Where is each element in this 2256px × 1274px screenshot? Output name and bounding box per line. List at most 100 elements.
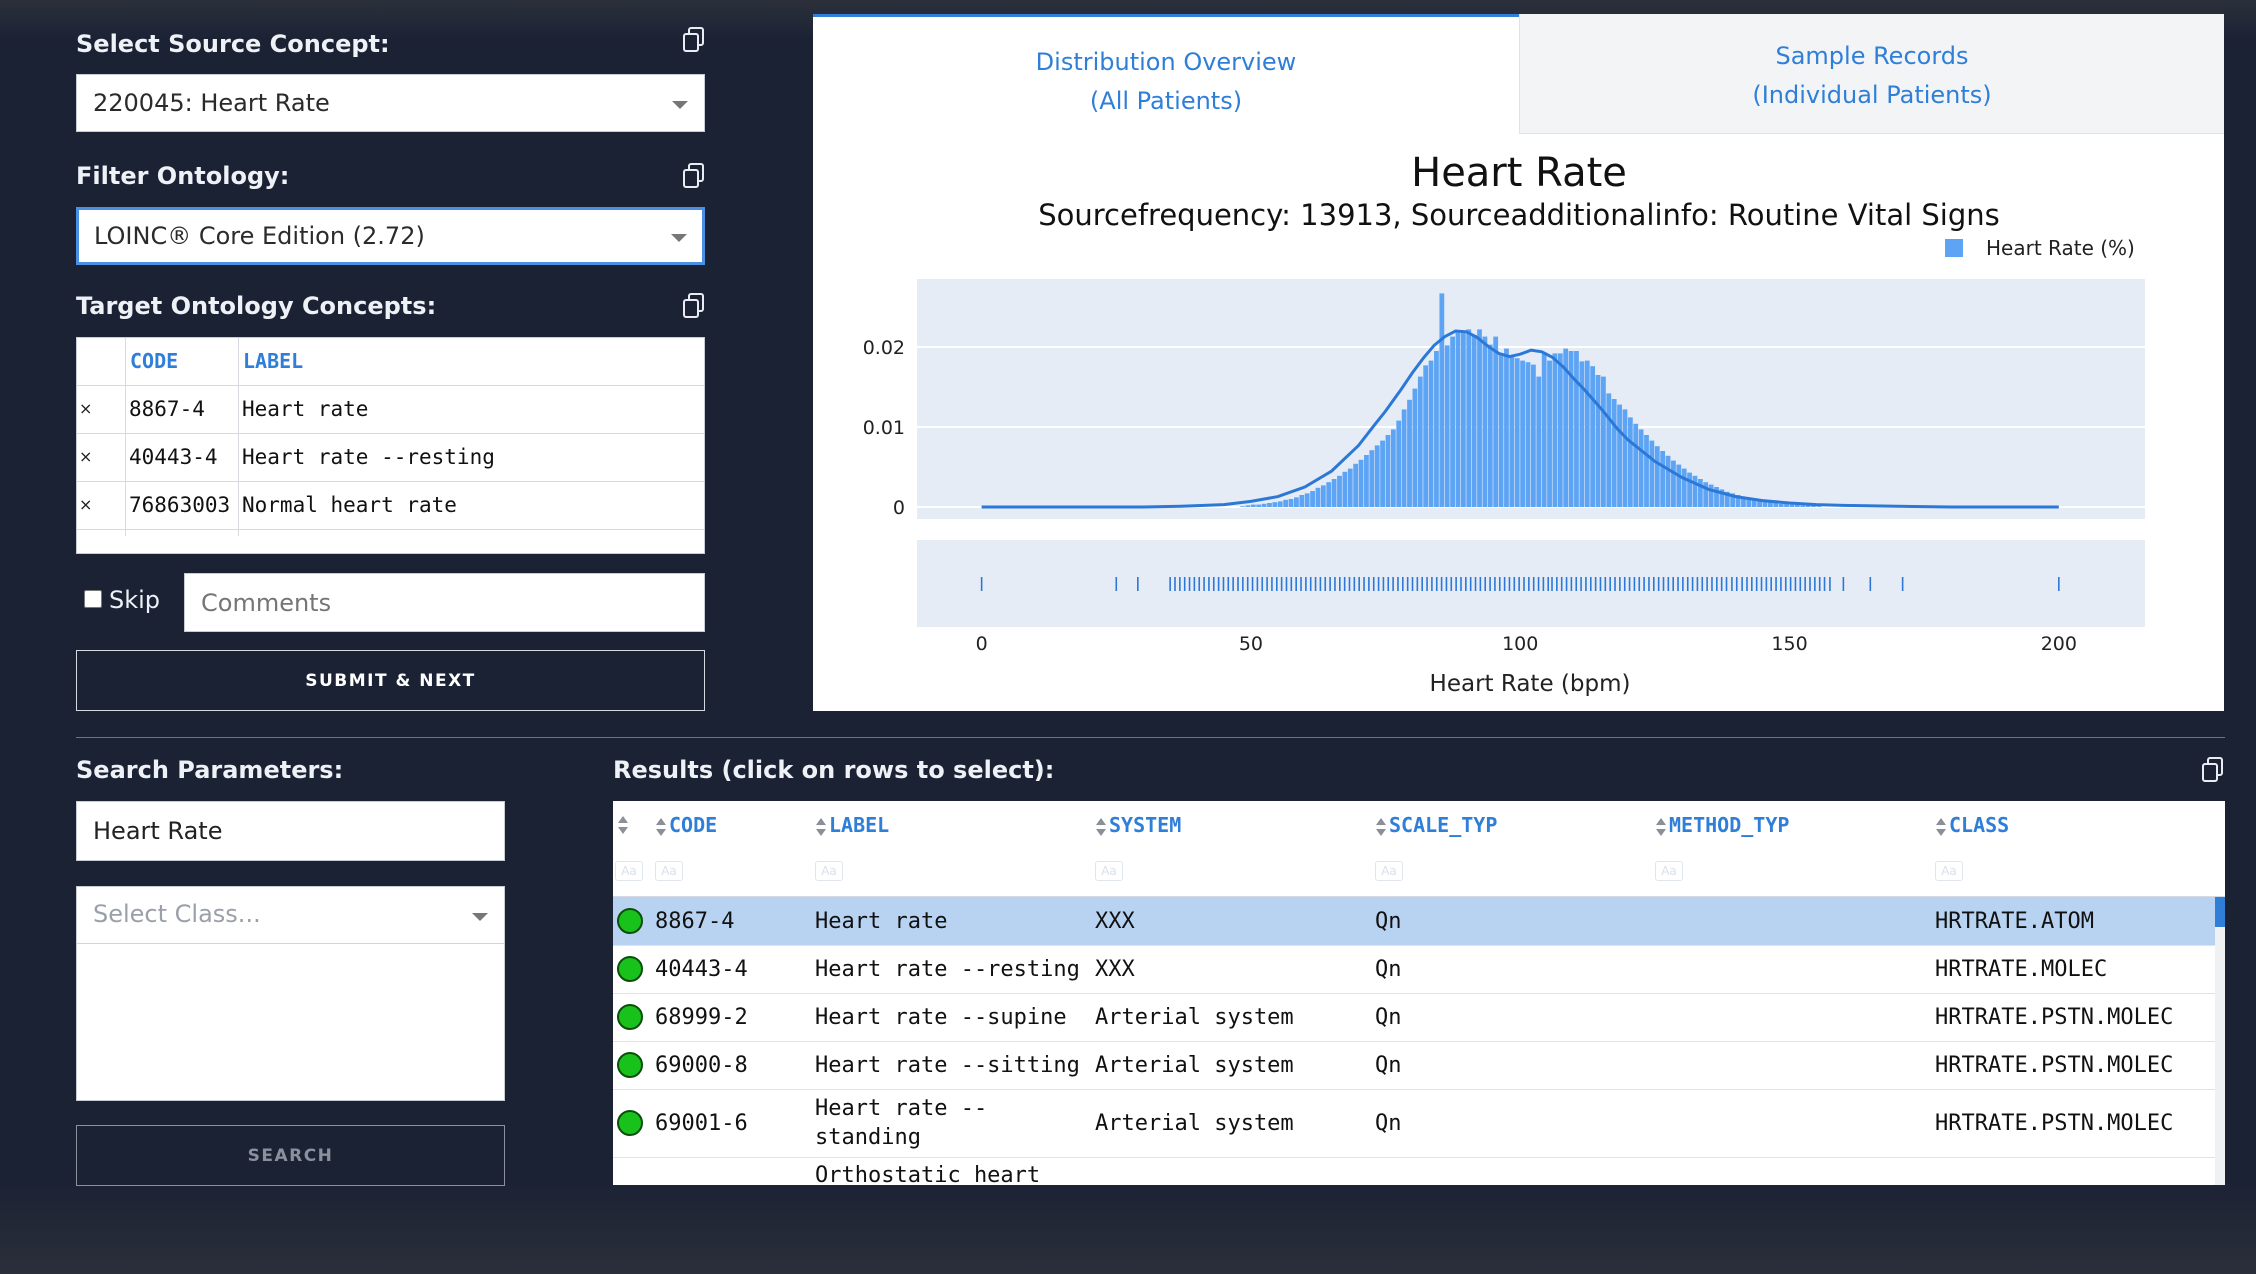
histogram-bar [1520,360,1526,507]
column-header-label-text: LABEL [829,813,890,837]
copy-icon[interactable] [683,163,705,189]
scrollbar-thumb[interactable] [2215,897,2225,927]
result-scale: Qn [1375,1052,1402,1078]
histogram-bar [1331,479,1337,507]
histogram-bar [1401,409,1407,507]
histogram-bar [1374,445,1380,507]
histogram-bar [1337,475,1342,507]
filter-ontology-label: Filter Ontology: [76,162,290,190]
histogram-bar [1531,364,1536,507]
search-button[interactable]: SEARCH [76,1125,505,1186]
scrollbar[interactable] [2215,897,2225,1185]
histogram-bar [1514,358,1520,507]
histogram-bar [1466,329,1472,507]
sort-icon [1095,817,1106,837]
histogram-bar [1487,344,1493,507]
histogram-bar [1493,336,1499,507]
result-class: HRTRATE.PSTN.MOLEC [1935,1004,2174,1030]
search-input[interactable] [76,801,505,861]
histogram-bar [1364,455,1369,507]
column-header-method-typ[interactable]: METHOD_TYP [1655,813,1789,837]
source-concept-value: 220045: Heart Rate [93,89,330,117]
column-header-system[interactable]: SYSTEM [1095,813,1181,837]
column-header-system-text: SYSTEM [1109,813,1182,837]
result-class: HRTRATE.PSTN.MOLEC [1935,1110,2174,1136]
column-header-label[interactable]: LABEL [815,813,889,837]
result-scale: Qn [1375,1110,1402,1136]
histogram-bar [1627,417,1633,507]
filter-input[interactable]: Aa [1375,861,1403,881]
histogram-bar [1574,351,1579,507]
table-row: × 8867-4 Heart rate [77,386,704,434]
chart-panel: Distribution Overview (All Patients) Sam… [813,14,2224,711]
histogram-bar [1245,505,1251,507]
status-dot [617,908,643,934]
column-header-code-text: CODE [669,813,718,837]
ontology-select[interactable]: LOINC® Core Edition (2.72) [76,207,705,265]
result-label: Heart rate --sitting [815,1052,1080,1078]
histogram-bar [1676,464,1682,507]
source-concept-select[interactable]: 220045: Heart Rate [76,74,705,132]
copy-icon[interactable] [2202,757,2224,783]
remove-icon[interactable]: × [79,399,92,418]
table-row[interactable]: 40443-4 Heart rate --resting XXX Qn HRTR… [613,945,2215,994]
chevron-down-icon [672,101,688,109]
histogram-bar [1660,451,1666,507]
comments-input[interactable] [184,573,705,632]
result-code: 68999-2 [655,1004,748,1030]
chevron-down-icon [671,234,687,242]
histogram-bar [1665,455,1671,507]
filter-input[interactable]: Aa [1935,861,1963,881]
histogram-bar [1654,446,1660,507]
histogram-bar [1547,360,1552,507]
legend-swatch [1945,239,1963,257]
submit-next-button[interactable]: SUBMIT & NEXT [76,650,705,711]
table-row[interactable]: 8867-4 Heart rate XXX Qn HRTRATE.ATOM [613,897,2215,946]
table-row: × 40443-4 Heart rate --resting [77,434,704,482]
histogram-bar [1385,435,1391,507]
histogram-bar [1299,495,1305,507]
x-tick-label: 0 [976,633,988,655]
table-row[interactable]: 68999-2 Heart rate --supine Arterial sys… [613,993,2215,1042]
filter-input[interactable]: Aa [815,861,843,881]
filter-input[interactable]: Aa [615,861,643,881]
result-code: 69001-6 [655,1110,748,1136]
skip-checkbox[interactable] [84,590,102,608]
histogram-bar [1708,484,1714,507]
histogram-bar [1482,336,1488,507]
filter-input[interactable]: Aa [1095,861,1123,881]
column-header-code: CODE [130,349,179,373]
filter-input[interactable]: Aa [1655,861,1683,881]
copy-icon[interactable] [683,27,705,53]
column-header-code[interactable]: CODE [655,813,717,837]
histogram-bar [1434,351,1439,507]
table-row: × 76863003 Normal heart rate [77,482,704,530]
histogram-bar [1358,459,1364,507]
result-label: Heart rate --supine [815,1004,1067,1030]
status-dot [617,1052,643,1078]
column-header-class[interactable]: CLASS [1935,813,2009,837]
histogram-bar [1272,502,1278,507]
copy-icon[interactable] [683,293,705,319]
partial-row-label: Orthostatic heart [815,1163,1041,1185]
column-header-class-text: CLASS [1949,813,2010,837]
column-header-label: LABEL [243,349,304,373]
ontology-value: LOINC® Core Edition (2.72) [94,222,425,250]
histogram-bar [1250,504,1256,507]
histogram-bar [1369,450,1375,507]
filter-input[interactable]: Aa [655,861,683,881]
column-header-scale-typ[interactable]: SCALE_TYP [1375,813,1497,837]
histogram-bar [1471,335,1477,507]
sort-icon[interactable] [617,815,628,835]
result-scale: Qn [1375,1004,1402,1030]
table-row[interactable]: 69000-8 Heart rate --sitting Arterial sy… [613,1041,2215,1090]
section-divider [76,737,2225,738]
remove-icon[interactable]: × [79,495,92,514]
histogram-bar [1536,376,1542,507]
class-select[interactable]: Select Class... [76,886,505,1101]
table-row[interactable]: 69001-6 Heart rate -- standing Arterial … [613,1089,2215,1158]
remove-icon[interactable]: × [79,447,92,466]
search-parameters-label: Search Parameters: [76,756,344,784]
histogram-bar [1294,497,1299,507]
sort-icon [1935,817,1946,837]
